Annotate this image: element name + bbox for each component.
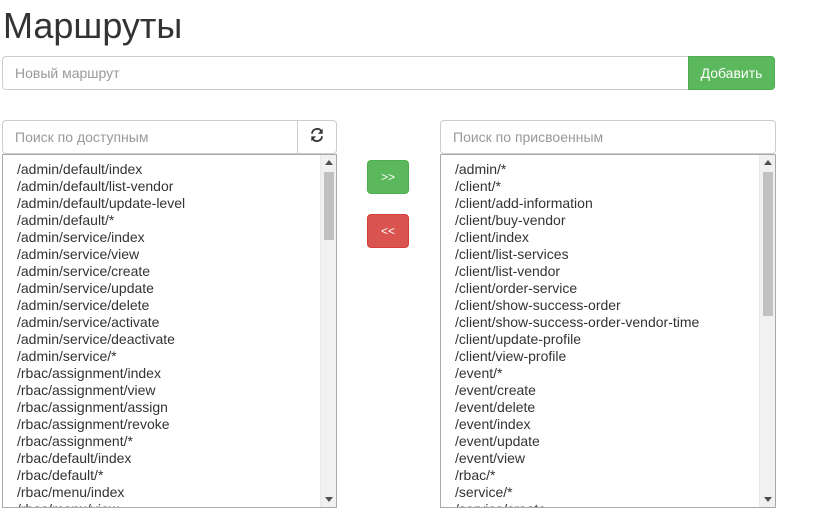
page-title: Маршруты [3,5,183,46]
add-route-button[interactable]: Добавить [688,56,775,90]
list-item[interactable]: /client/show-success-order [455,297,757,314]
list-item[interactable]: /event/update [455,433,757,450]
list-item[interactable]: /event/* [455,365,757,382]
list-item[interactable]: /admin/service/deactivate [17,331,318,348]
list-item[interactable]: /rbac/default/* [17,467,318,484]
scroll-up-icon[interactable] [321,155,336,171]
assigned-items: /admin/*/client/*/client/add-information… [455,161,757,507]
new-route-input[interactable] [2,56,688,90]
list-item[interactable]: /rbac/menu/view [17,501,318,507]
list-item[interactable]: /admin/service/create [17,263,318,280]
scroll-up-icon[interactable] [760,155,775,171]
available-items: /admin/default/index/admin/default/list-… [17,161,318,507]
refresh-button[interactable] [297,120,337,154]
list-item[interactable]: /admin/default/update-level [17,195,318,212]
assigned-search-input[interactable] [440,120,776,154]
list-item[interactable]: /admin/service/* [17,348,318,365]
list-item[interactable]: /client/show-success-order-vendor-time [455,314,757,331]
assigned-scrollbar[interactable] [759,155,775,507]
scroll-down-icon[interactable] [760,491,775,507]
list-item[interactable]: /admin/default/list-vendor [17,178,318,195]
list-item[interactable]: /rbac/assignment/revoke [17,416,318,433]
list-item[interactable]: /client/order-service [455,280,757,297]
list-item[interactable]: /rbac/default/index [17,450,318,467]
assign-button[interactable]: >> [367,160,409,194]
scroll-thumb[interactable] [324,172,334,240]
list-item[interactable]: /admin/service/activate [17,314,318,331]
list-item[interactable]: /client/* [455,178,757,195]
list-item[interactable]: /rbac/assignment/index [17,365,318,382]
list-item[interactable]: /client/index [455,229,757,246]
assigned-routes-list[interactable]: /admin/*/client/*/client/add-information… [440,154,776,508]
list-item[interactable]: /client/list-vendor [455,263,757,280]
list-item[interactable]: /admin/* [455,161,757,178]
list-item[interactable]: /rbac/menu/index [17,484,318,501]
list-item[interactable]: /admin/service/index [17,229,318,246]
list-item[interactable]: /admin/default/* [17,212,318,229]
list-item[interactable]: /admin/service/delete [17,297,318,314]
list-item[interactable]: /client/view-profile [455,348,757,365]
list-item[interactable]: /event/create [455,382,757,399]
list-item[interactable]: /rbac/* [455,467,757,484]
list-item[interactable]: /service/create [455,501,757,507]
list-item[interactable]: /admin/service/update [17,280,318,297]
list-item[interactable]: /event/view [455,450,757,467]
list-item[interactable]: /client/update-profile [455,331,757,348]
list-item[interactable]: /client/list-services [455,246,757,263]
list-item[interactable]: /rbac/assignment/assign [17,399,318,416]
list-item[interactable]: /rbac/assignment/* [17,433,318,450]
scroll-down-icon[interactable] [321,491,336,507]
list-item[interactable]: /client/add-information [455,195,757,212]
list-item[interactable]: /admin/default/index [17,161,318,178]
scroll-thumb[interactable] [763,172,773,316]
list-item[interactable]: /service/* [455,484,757,501]
list-item[interactable]: /rbac/assignment/view [17,382,318,399]
available-search-input[interactable] [2,120,298,154]
refresh-icon [310,127,324,147]
remove-button[interactable]: << [367,214,409,248]
list-item[interactable]: /admin/service/view [17,246,318,263]
available-scrollbar[interactable] [320,155,336,507]
list-item[interactable]: /event/index [455,416,757,433]
list-item[interactable]: /event/delete [455,399,757,416]
list-item[interactable]: /client/buy-vendor [455,212,757,229]
available-routes-list[interactable]: /admin/default/index/admin/default/list-… [2,154,337,508]
